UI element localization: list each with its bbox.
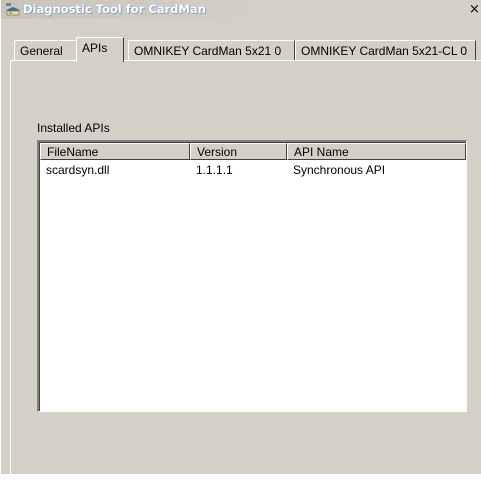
installed-apis-list[interactable]: FileName Version API Name scardsyn.dll 1…: [37, 140, 467, 412]
filename-cell: scardsyn.dll: [46, 163, 110, 177]
dialog-window: Diagnostic Tool for CardMan × General AP…: [0, 0, 481, 480]
column-header-filename[interactable]: FileName: [40, 143, 190, 160]
list-header: FileName Version API Name: [40, 143, 466, 160]
api-name-cell: Synchronous API: [293, 163, 386, 177]
cardman-app-icon: [6, 3, 20, 16]
title-bar[interactable]: Diagnostic Tool for CardMan ×: [1, 0, 481, 19]
close-icon[interactable]: ×: [469, 1, 481, 18]
tab-omnikey-cardman-5x21-cl[interactable]: OMNIKEY CardMan 5x21-CL 0: [295, 40, 476, 60]
tab-omnikey-cardman-5x21[interactable]: OMNIKEY CardMan 5x21 0: [128, 40, 295, 60]
tab-label: General: [20, 44, 63, 58]
tab-general[interactable]: General: [14, 40, 77, 60]
tab-label: APIs: [82, 41, 108, 55]
list-item[interactable]: scardsyn.dll 1.1.1.1 Synchronous API: [40, 163, 466, 179]
tab-apis[interactable]: APIs: [76, 37, 124, 62]
installed-apis-label: Installed APIs: [37, 121, 110, 135]
window-title: Diagnostic Tool for CardMan: [23, 2, 206, 16]
column-header-version[interactable]: Version: [190, 143, 287, 160]
version-cell: 1.1.1.1: [196, 163, 233, 177]
column-header-api-name[interactable]: API Name: [287, 143, 466, 160]
tab-label: OMNIKEY CardMan 5x21 0: [134, 44, 282, 58]
tab-label: OMNIKEY CardMan 5x21-CL 0: [301, 44, 468, 58]
